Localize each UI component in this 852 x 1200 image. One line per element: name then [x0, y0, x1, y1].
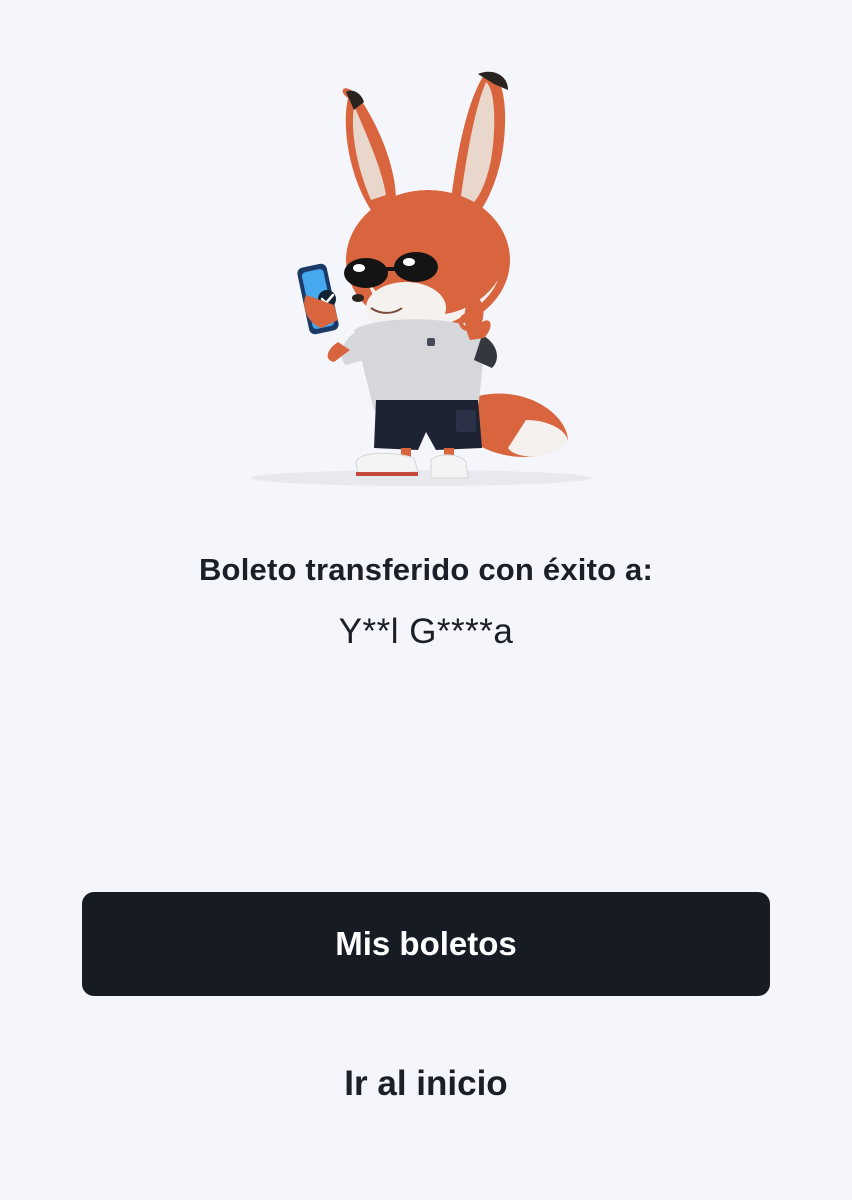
transfer-success-message: Boleto transferido con éxito a: [198, 552, 654, 587]
recipient-name: Y**l G****a [338, 612, 514, 651]
go-home-button[interactable]: Ir al inicio [226, 1052, 626, 1116]
my-tickets-button[interactable]: Mis boletos [82, 892, 770, 996]
fox-mascot-illustration [246, 60, 606, 500]
